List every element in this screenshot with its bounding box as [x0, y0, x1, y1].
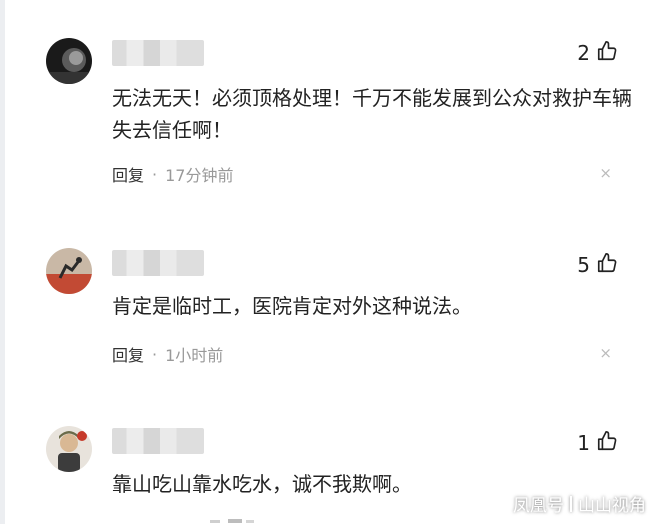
avatar-image	[46, 38, 92, 84]
comment-text: 无法无天！必须顶格处理！千万不能发展到公众对救护车辆失去信任啊！	[112, 86, 632, 142]
like-button[interactable]: 1	[577, 430, 618, 456]
close-icon[interactable]: ×	[599, 164, 612, 182]
comment-text: 肯定是临时工，医院肯定对外这种说法。	[112, 294, 472, 318]
like-button[interactable]: 5	[577, 252, 618, 278]
comment-meta: 回复 · 1小时前	[112, 342, 223, 366]
thumbs-up-icon	[596, 40, 618, 66]
watermark: 凤凰号 山山视角	[513, 491, 646, 516]
meta-separator: ·	[152, 164, 158, 184]
like-count: 5	[577, 253, 590, 277]
meta-separator: ·	[152, 344, 158, 364]
comment-time: 1小时前	[165, 346, 224, 365]
avatar-image	[46, 426, 92, 472]
avatar[interactable]	[46, 426, 92, 472]
like-count: 2	[577, 41, 590, 65]
username-blurred	[112, 40, 204, 66]
avatar-image	[46, 248, 92, 294]
thumbs-up-icon	[596, 252, 618, 278]
avatar[interactable]	[46, 248, 92, 294]
watermark-platform: 凤凰号	[513, 496, 564, 516]
watermark-author: 山山视角	[578, 496, 646, 516]
comment-time: 17分钟前	[165, 166, 234, 185]
reply-button[interactable]: 回复	[112, 162, 144, 186]
watermark-separator	[570, 495, 572, 512]
like-button[interactable]: 2	[577, 40, 618, 66]
left-edge-strip	[0, 0, 5, 524]
avatar[interactable]	[46, 38, 92, 84]
comment-meta: 回复 · 17分钟前	[112, 162, 233, 186]
username-blurred	[112, 428, 204, 454]
truncated-content-fragment	[210, 519, 254, 523]
close-icon[interactable]: ×	[599, 344, 612, 362]
reply-button[interactable]: 回复	[112, 342, 144, 366]
thumbs-up-icon	[596, 430, 618, 456]
like-count: 1	[577, 431, 590, 455]
username-blurred	[112, 250, 204, 276]
